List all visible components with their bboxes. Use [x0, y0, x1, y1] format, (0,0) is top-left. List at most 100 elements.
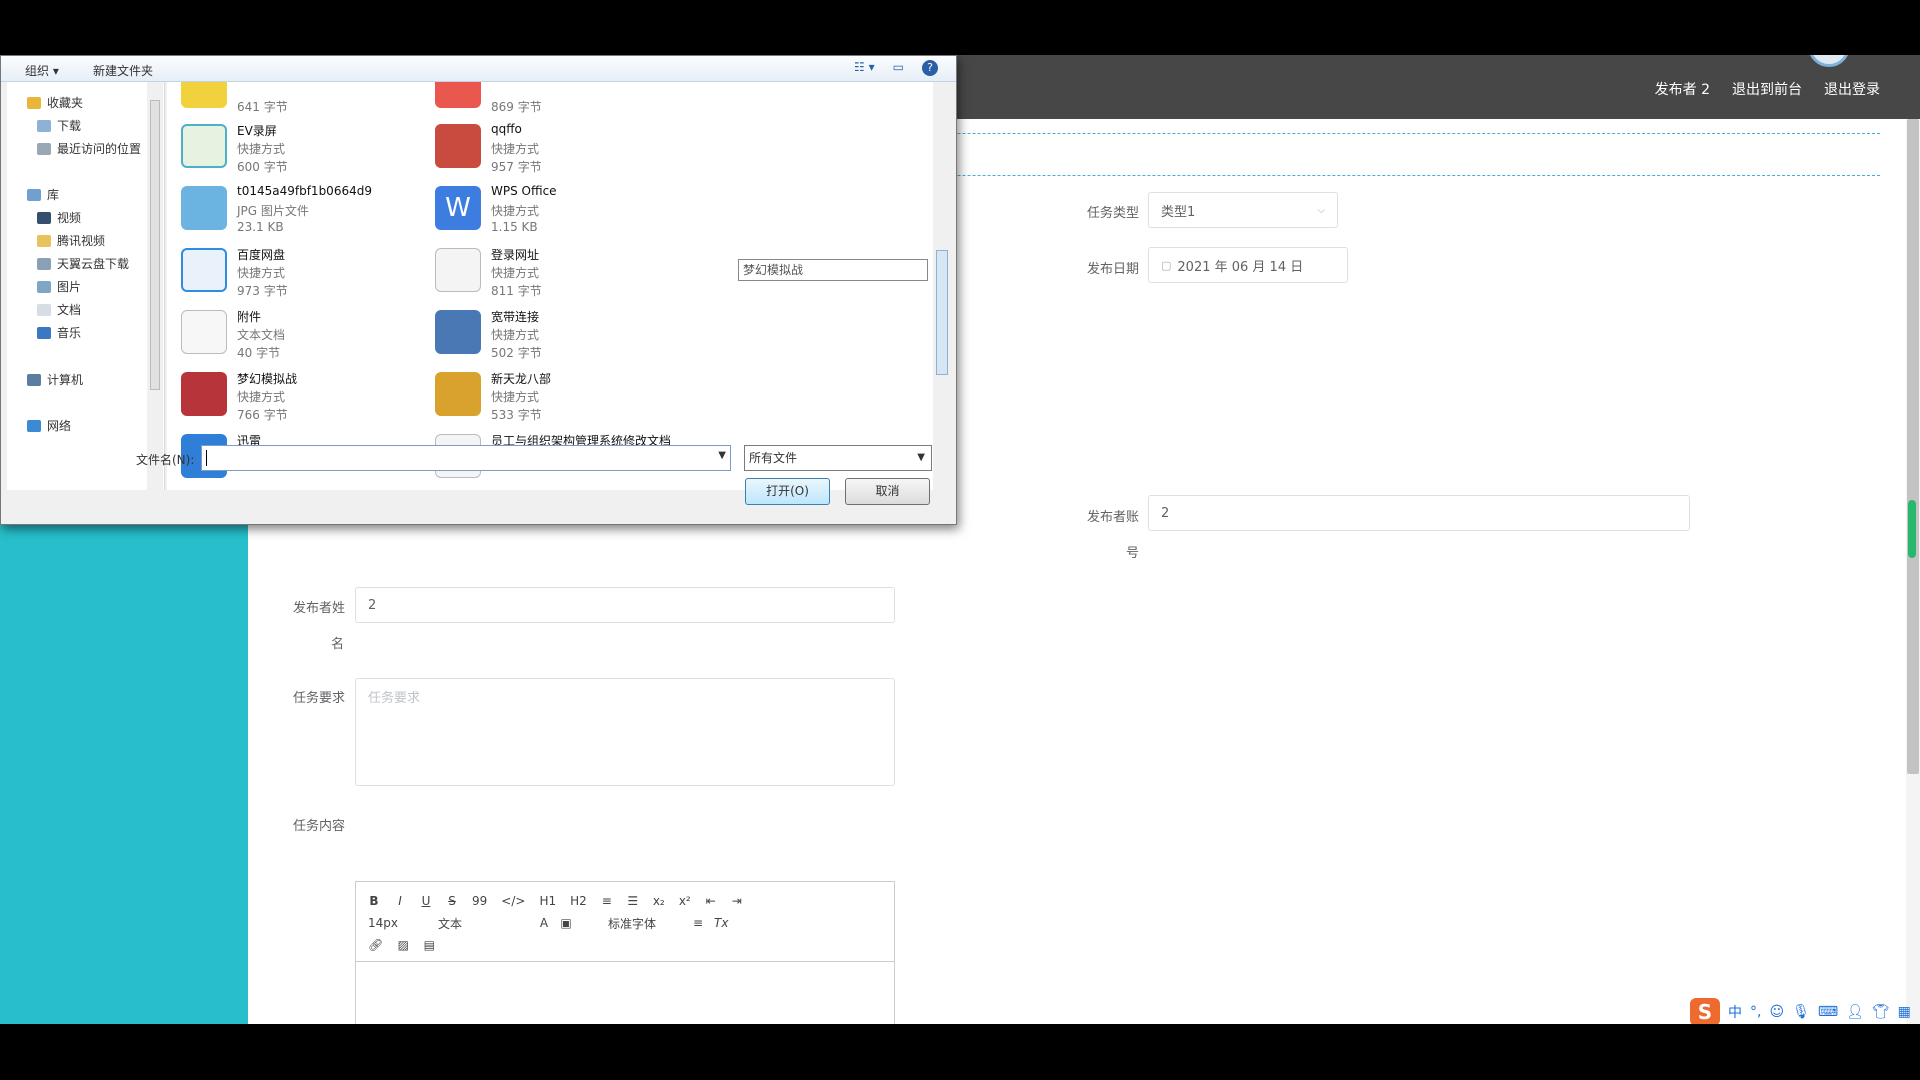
ime-menu-icon[interactable]: ▦ — [1898, 1004, 1911, 1020]
publisher-name-input[interactable]: 2 — [355, 587, 895, 623]
nav-computer[interactable]: 计算机 — [27, 371, 83, 388]
side-handle[interactable] — [1908, 500, 1916, 558]
back-to-front-link[interactable]: 退出到前台 — [1732, 79, 1802, 99]
file-item[interactable]: 新天龙八部 快捷方式 533 字节 — [421, 362, 671, 422]
file-item[interactable]: t0145a49fbf1b0664d9 JPG 图片文件 23.1 KB — [167, 176, 417, 236]
page-scrollbar[interactable] — [1906, 119, 1920, 1024]
subscript-button[interactable]: x₂ — [653, 894, 665, 908]
nav-scrollbar-thumb[interactable] — [150, 100, 160, 390]
bold-button[interactable]: B — [368, 894, 380, 908]
nav-network[interactable]: 网络 — [27, 417, 71, 434]
folder-icon — [37, 257, 51, 270]
strike-button[interactable]: S — [446, 894, 458, 908]
nav-music-label: 音乐 — [57, 326, 82, 340]
indent-button[interactable]: ⇥ — [731, 894, 743, 908]
chevron-down-icon[interactable]: ▼ — [718, 450, 726, 461]
superscript-button[interactable]: x² — [679, 894, 691, 908]
file-item[interactable]: W WPS Office 快捷方式 1.15 KB — [421, 176, 671, 236]
broadband-icon — [435, 310, 481, 354]
file-item[interactable]: 梦幻模拟战 快捷方式 766 字节 — [167, 362, 417, 422]
header-links: 发布者 2 退出到前台 退出登录 — [1655, 79, 1880, 99]
file-type-filter[interactable]: 所有文件 ▼ — [744, 445, 932, 471]
nav-pictures[interactable]: 图片 — [37, 278, 81, 295]
nav-scrollbar[interactable] — [147, 82, 163, 490]
publisher-name-value: 2 — [368, 597, 377, 613]
new-folder-button[interactable]: 新建文件夹 — [93, 62, 153, 79]
ime-punct-icon[interactable]: °, — [1750, 1004, 1761, 1020]
header-select[interactable]: 文本 — [438, 915, 528, 932]
nav-documents[interactable]: 文档 — [37, 301, 81, 318]
publisher-name-label: 发布者姓 — [293, 601, 346, 616]
file-item[interactable]: 宽带连接 快捷方式 502 字节 — [421, 300, 671, 360]
nav-recent[interactable]: 最近访问的位置 — [37, 140, 141, 157]
help-icon[interactable]: ? — [922, 60, 938, 76]
file-item[interactable]: 登录网址 快捷方式 811 字节 — [421, 238, 671, 298]
underline-button[interactable]: U — [420, 894, 432, 908]
nav-downloads[interactable]: 下载 — [37, 117, 81, 134]
file-list-scrollbar-thumb[interactable] — [936, 250, 948, 375]
ime-skin-icon[interactable]: 👕︎ — [1872, 1004, 1890, 1020]
preview-pane-icon[interactable]: ▭ — [893, 60, 904, 76]
ime-user-icon[interactable]: 👤︎ — [1846, 1004, 1864, 1020]
font-family-select[interactable]: 标准字体 — [582, 915, 682, 932]
view-options-icon[interactable]: ☷ ▾ — [854, 60, 875, 76]
font-color-icon[interactable]: A — [538, 916, 550, 930]
file-item[interactable]: 869 字节 — [421, 82, 671, 114]
page-scrollbar-thumb[interactable] — [1907, 119, 1919, 774]
task-requirement-textarea[interactable]: 任务要求 — [355, 678, 895, 786]
clear-format-button[interactable]: Tx — [714, 916, 728, 930]
file-type: 快捷方式 — [491, 328, 540, 342]
file-list-scrollbar[interactable] — [933, 82, 951, 490]
ime-emoji-icon[interactable]: ☺ — [1769, 1004, 1784, 1020]
sogou-logo-icon[interactable]: S — [1690, 998, 1720, 1024]
background-color-icon[interactable]: ▣ — [560, 916, 572, 930]
organize-button[interactable]: 组织 ▾ — [25, 62, 59, 79]
file-list: 641 字节 869 字节 EV录屏 快捷方式 600 字节 qqffo 快捷方式 95… — [167, 82, 939, 490]
nav-tencent-video[interactable]: 腾讯视频 — [37, 232, 105, 249]
publish-date-picker[interactable]: ▢ 2021 年 06 月 14 日 — [1148, 247, 1348, 283]
ime-mic-icon[interactable]: 🎙︎ — [1792, 1004, 1810, 1020]
publisher-link[interactable]: 发布者 2 — [1655, 79, 1710, 99]
filename-input[interactable]: ▼ — [201, 445, 731, 471]
quote-button[interactable]: 99 — [472, 894, 487, 908]
link-icon[interactable]: 🔗︎ — [368, 938, 383, 952]
user-avatar[interactable] — [1808, 55, 1850, 67]
code-button[interactable]: </> — [501, 894, 525, 908]
file-type: 快捷方式 — [491, 204, 540, 218]
rich-text-editor[interactable]: B I U S 99 </> H1 H2 ≡ ☰ x₂ x² ⇤ ⇥ 14px … — [355, 881, 895, 1024]
filename-label: 文件名(N): — [136, 453, 195, 467]
ime-keyboard-icon[interactable]: ⌨ — [1818, 1004, 1838, 1020]
file-item[interactable]: 百度网盘 快捷方式 973 字节 — [167, 238, 417, 298]
bullet-list-button[interactable]: ☰ — [627, 894, 639, 908]
logout-link[interactable]: 退出登录 — [1824, 79, 1880, 99]
nav-tianyi[interactable]: 天翼云盘下载 — [37, 255, 129, 272]
open-button[interactable]: 打开(O) — [745, 478, 830, 505]
image-icon[interactable]: ▨ — [397, 938, 409, 952]
video-icon[interactable]: ▤ — [423, 938, 435, 952]
outdent-button[interactable]: ⇤ — [705, 894, 717, 908]
file-item[interactable]: qqffo 快捷方式 957 字节 — [421, 114, 671, 174]
nav-videos[interactable]: 视频 — [37, 209, 81, 226]
file-item[interactable]: 641 字节 — [167, 82, 417, 114]
nav-library[interactable]: 库 — [27, 186, 59, 203]
nav-music[interactable]: 音乐 — [37, 324, 81, 341]
h2-button[interactable]: H2 — [570, 894, 587, 908]
font-size-select[interactable]: 14px — [368, 916, 428, 930]
ordered-list-button[interactable]: ≡ — [601, 894, 613, 908]
task-type-label: 任务类型 — [1087, 206, 1140, 221]
task-type-select[interactable]: 类型1 ⌵ — [1148, 192, 1338, 228]
file-item[interactable]: EV录屏 快捷方式 600 字节 — [167, 114, 417, 174]
italic-button[interactable]: I — [394, 894, 406, 908]
ime-language[interactable]: 中 — [1728, 1002, 1742, 1022]
task-type-value: 类型1 — [1161, 204, 1196, 220]
h1-button[interactable]: H1 — [539, 894, 556, 908]
file-item[interactable]: 附件 文本文档 40 字节 — [167, 300, 417, 360]
nav-recent-label: 最近访问的位置 — [57, 142, 142, 156]
nav-favorites[interactable]: 收藏夹 — [27, 94, 83, 111]
pictures-icon — [37, 280, 51, 293]
align-icon[interactable]: ≡ — [692, 916, 704, 930]
file-name: 宽带连接 — [491, 310, 540, 324]
publisher-account-input[interactable]: 2 — [1148, 495, 1690, 531]
cancel-button[interactable]: 取消 — [845, 478, 930, 505]
file-name: WPS Office — [491, 184, 557, 198]
